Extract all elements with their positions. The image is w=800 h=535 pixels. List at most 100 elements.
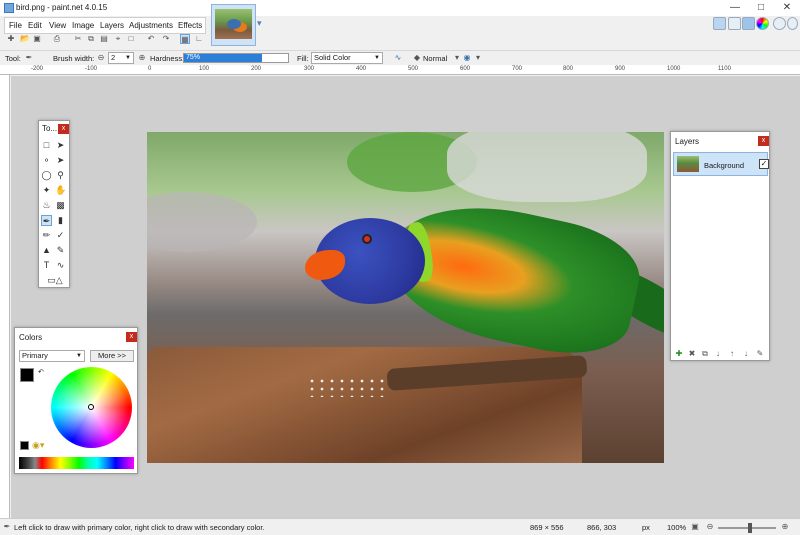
parrot-eye xyxy=(362,234,372,244)
ruler-tick: 800 xyxy=(563,66,574,72)
move-selected-pixels-icon[interactable]: ➤ xyxy=(55,140,66,151)
line-curve-icon[interactable]: ∿ xyxy=(55,260,66,271)
rectangle-select-icon[interactable]: □ xyxy=(41,140,52,151)
blend-dropdown-arrow-icon[interactable]: ▾ xyxy=(452,53,462,63)
menu-edit[interactable]: Edit xyxy=(28,21,42,30)
canvas-image[interactable] xyxy=(147,132,664,463)
copy-icon[interactable]: ⧉ xyxy=(86,34,96,44)
blend-mode-icon[interactable]: ◆ xyxy=(412,53,422,63)
palette-menu-icon[interactable]: ◉▾ xyxy=(32,440,44,451)
maximize-button[interactable]: □ xyxy=(748,0,774,16)
hardness-slider[interactable]: 75% xyxy=(183,53,289,63)
zoom-level[interactable]: 100% xyxy=(667,523,686,532)
pan-hand-icon[interactable]: ✋ xyxy=(55,185,66,196)
grid-icon[interactable]: ▦ xyxy=(180,34,190,44)
history-toggle-icon[interactable] xyxy=(728,17,741,30)
crop-icon[interactable]: ⌖ xyxy=(113,34,123,44)
selection-dropdown-arrow-icon[interactable]: ▾ xyxy=(473,53,483,63)
settings-gear-icon[interactable] xyxy=(773,17,786,30)
swap-colors-icon[interactable]: ↶ xyxy=(38,368,44,376)
image-tab-thumbnail[interactable] xyxy=(211,4,256,46)
deselect-icon[interactable]: □ xyxy=(126,34,136,44)
new-file-icon[interactable]: ✚ xyxy=(6,34,16,44)
menu-effects[interactable]: Effects xyxy=(178,21,202,30)
paint-bucket-icon[interactable]: ♨ xyxy=(41,200,52,211)
tab-list-arrow-icon[interactable]: ▾ xyxy=(257,18,262,29)
print-icon[interactable]: ⎙ xyxy=(52,34,62,44)
ellipse-select-icon[interactable]: ◯ xyxy=(41,170,52,181)
color-mode-dropdown[interactable]: Primary ▼ xyxy=(19,350,85,362)
layers-panel: Layers x Background ✓ ✚ ✖ ⧉ ↓ ↑ ↓ ✎ xyxy=(670,131,770,361)
recolor-icon[interactable]: ✎ xyxy=(55,245,66,256)
color-wheel[interactable] xyxy=(51,367,132,448)
layer-row-background[interactable]: Background ✓ xyxy=(673,152,769,176)
gradient-icon[interactable]: ▩ xyxy=(55,200,66,211)
tools-panel-close-button[interactable]: x xyxy=(58,124,69,134)
tools-toggle-icon[interactable] xyxy=(713,17,726,30)
zoom-slider[interactable] xyxy=(718,523,776,533)
move-selection-icon[interactable]: ➤ xyxy=(55,155,66,166)
fill-label: Fill: xyxy=(297,54,309,63)
unit-selector[interactable]: px xyxy=(642,523,650,532)
add-layer-icon[interactable]: ✚ xyxy=(674,349,684,359)
color-wheel-cursor[interactable] xyxy=(88,404,94,410)
brush-width-dropdown[interactable]: 2 ▼ xyxy=(108,52,134,64)
layer-properties-icon[interactable]: ✎ xyxy=(755,349,765,359)
zoom-slider-knob[interactable] xyxy=(748,523,752,533)
colors-panel-close-button[interactable]: x xyxy=(126,332,137,342)
selection-mode-icon[interactable]: ◉ xyxy=(462,53,472,63)
zoom-icon[interactable]: ⚲ xyxy=(55,170,66,181)
close-button[interactable]: ✕ xyxy=(774,0,800,16)
minimize-button[interactable]: — xyxy=(722,0,748,16)
duplicate-layer-icon[interactable]: ⧉ xyxy=(700,349,710,359)
clone-stamp-icon[interactable]: ▲ xyxy=(41,245,52,256)
text-icon[interactable]: T xyxy=(41,260,52,271)
magic-wand-icon[interactable]: ✦ xyxy=(41,185,52,196)
redo-icon[interactable]: ↷ xyxy=(161,34,171,44)
tools-panel-title: To... xyxy=(42,124,58,133)
move-layer-down-icon[interactable]: ↓ xyxy=(741,349,751,359)
color-picker-icon[interactable]: ✓ xyxy=(55,230,66,241)
layers-panel-close-button[interactable]: x xyxy=(758,136,769,146)
increase-width-icon[interactable]: ⊕ xyxy=(137,53,147,63)
menu-view[interactable]: View xyxy=(49,21,66,30)
ruler-tick: 900 xyxy=(615,66,626,72)
tool-options-bar: Tool: ✒ Brush width: ⊖ 2 ▼ ⊕ Hardness: 75… xyxy=(0,50,800,65)
menu-image[interactable]: Image xyxy=(72,21,94,30)
menu-layers[interactable]: Layers xyxy=(100,21,124,30)
tools-panel: To... x □ ➤ ⚬ ➤ ◯ ⚲ ✦ ✋ ♨ ▩ ✒ ▮ ✏ ✓ ▲ ✎ … xyxy=(38,120,70,288)
lasso-select-icon[interactable]: ⚬ xyxy=(41,155,52,166)
layers-toggle-icon[interactable] xyxy=(742,17,755,30)
paste-icon[interactable]: ▤ xyxy=(99,34,109,44)
blend-mode-value[interactable]: Normal xyxy=(423,54,447,63)
open-file-icon[interactable]: 📂 xyxy=(20,34,30,44)
help-icon[interactable] xyxy=(787,17,798,30)
paintbrush-tool-icon[interactable]: ✒ xyxy=(24,53,34,63)
cut-icon[interactable]: ✂ xyxy=(73,34,83,44)
move-layer-up-icon[interactable]: ↑ xyxy=(727,349,737,359)
menu-adjustments[interactable]: Adjustments xyxy=(129,21,173,30)
antialiasing-icon[interactable]: ∿ xyxy=(393,53,403,63)
pencil-icon[interactable]: ✏ xyxy=(41,230,52,241)
undo-icon[interactable]: ↶ xyxy=(146,34,156,44)
layer-visibility-checkbox[interactable]: ✓ xyxy=(759,159,769,169)
colors-toggle-icon[interactable] xyxy=(756,17,769,30)
save-icon[interactable]: ▣ xyxy=(32,34,42,44)
merge-layer-icon[interactable]: ↓ xyxy=(713,349,723,359)
zoom-in-icon[interactable]: ⊕ xyxy=(780,522,790,532)
color-palette-strip[interactable] xyxy=(19,457,134,469)
more-colors-button[interactable]: More >> xyxy=(90,350,134,362)
primary-color-swatch[interactable] xyxy=(20,368,34,382)
paintbrush-icon[interactable]: ✒ xyxy=(41,215,52,226)
decrease-width-icon[interactable]: ⊖ xyxy=(96,53,106,63)
fill-dropdown[interactable]: Solid Color ▼ xyxy=(311,52,383,64)
menu-file[interactable]: File xyxy=(9,21,22,30)
zoom-out-icon[interactable]: ⊖ xyxy=(705,522,715,532)
delete-layer-icon[interactable]: ✖ xyxy=(687,349,697,359)
shapes-icon[interactable]: ▭△ xyxy=(45,275,65,286)
palette-primary-icon[interactable] xyxy=(20,441,29,450)
rulers-icon[interactable]: ∟ xyxy=(194,34,204,44)
status-hint: Left click to draw with primary color, r… xyxy=(14,523,265,532)
eraser-icon[interactable]: ▮ xyxy=(55,215,66,226)
zoom-to-window-icon[interactable]: ▣ xyxy=(690,522,700,532)
